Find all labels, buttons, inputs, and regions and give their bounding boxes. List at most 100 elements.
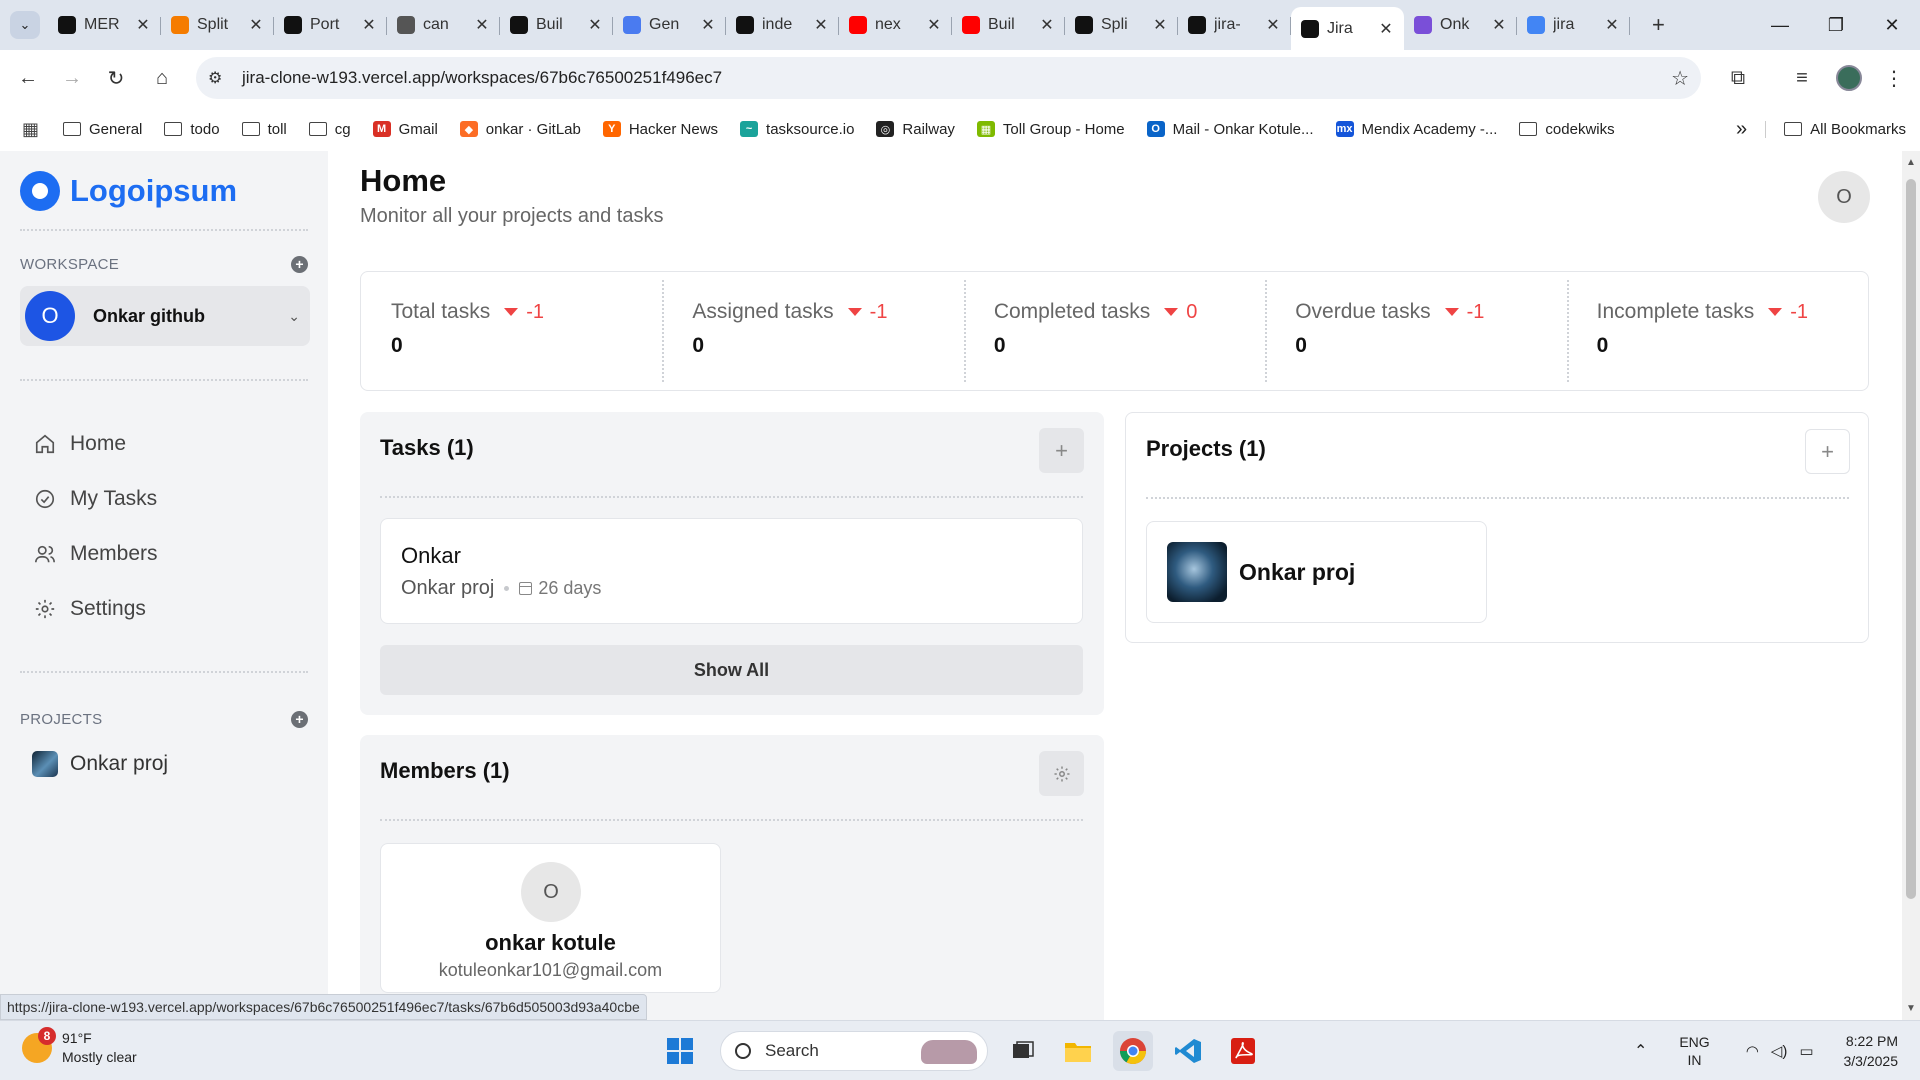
scroll-down-icon[interactable]: ▼ <box>1906 1003 1916 1014</box>
close-tab-icon[interactable]: ✕ <box>1152 15 1168 35</box>
url-text[interactable]: jira-clone-w193.vercel.app/workspaces/67… <box>242 68 722 88</box>
forward-button[interactable]: → <box>56 62 88 94</box>
language-indicator[interactable]: ENG IN <box>1679 1033 1709 1069</box>
close-tab-icon[interactable]: ✕ <box>1604 15 1620 35</box>
home-button[interactable]: ⌂ <box>146 62 178 94</box>
windows-start-icon[interactable] <box>660 1031 700 1071</box>
bookmark-link[interactable]: ◆ onkar · GitLab <box>459 121 581 138</box>
close-tab-icon[interactable]: ✕ <box>700 15 716 35</box>
scrollbar-thumb[interactable] <box>1906 179 1916 899</box>
file-explorer-icon[interactable] <box>1058 1031 1098 1071</box>
browser-tab[interactable]: nex ✕ <box>839 7 952 43</box>
close-tab-icon[interactable]: ✕ <box>135 15 151 35</box>
close-tab-icon[interactable]: ✕ <box>1378 19 1394 39</box>
project-item[interactable]: Onkar proj <box>1146 521 1487 623</box>
minimize-button[interactable]: — <box>1752 0 1808 50</box>
close-window-button[interactable]: ✕ <box>1864 0 1920 50</box>
all-bookmarks-folder[interactable]: All Bookmarks <box>1765 120 1906 138</box>
more-bookmarks-icon[interactable]: » <box>1736 118 1747 141</box>
bookmark-link[interactable]: Y Hacker News <box>602 121 718 138</box>
folder-icon <box>164 122 183 136</box>
nav-my-tasks[interactable]: My Tasks <box>32 486 157 512</box>
browser-tab[interactable]: Onk ✕ <box>1404 7 1517 43</box>
browser-tab[interactable]: Port ✕ <box>274 7 387 43</box>
close-tab-icon[interactable]: ✕ <box>361 15 377 35</box>
volume-icon[interactable]: ◁) <box>1771 1042 1788 1060</box>
sidebar-project-item[interactable]: Onkar proj <box>32 751 168 777</box>
browser-tab[interactable]: jira- ✕ <box>1178 7 1291 43</box>
close-tab-icon[interactable]: ✕ <box>1039 15 1055 35</box>
member-settings-button[interactable] <box>1039 751 1084 796</box>
browser-tab[interactable]: Spli ✕ <box>1065 7 1178 43</box>
add-project-icon[interactable]: + <box>291 711 308 728</box>
taskbar-search[interactable]: Search <box>720 1031 988 1071</box>
nav-home[interactable]: Home <box>32 431 126 457</box>
add-task-button[interactable]: + <box>1039 428 1084 473</box>
profile-avatar[interactable] <box>1836 65 1862 91</box>
bookmark-link[interactable]: mx Mendix Academy -... <box>1335 121 1497 138</box>
close-tab-icon[interactable]: ✕ <box>813 15 829 35</box>
weather-widget[interactable]: 8 91°F Mostly clear <box>22 1027 137 1067</box>
add-workspace-icon[interactable]: + <box>291 256 308 273</box>
task-view-icon[interactable] <box>1003 1031 1043 1071</box>
bookmark-link[interactable]: ~ tasksource.io <box>740 121 854 138</box>
youtube-icon <box>849 16 867 34</box>
chrome-taskbar-icon[interactable] <box>1113 1031 1153 1071</box>
apps-grid-icon[interactable]: ▦ <box>22 119 39 140</box>
show-all-tasks-button[interactable]: Show All <box>380 645 1083 695</box>
address-bar[interactable]: ⚙ jira-clone-w193.vercel.app/workspaces/… <box>196 57 1701 99</box>
close-tab-icon[interactable]: ✕ <box>587 15 603 35</box>
browser-tab[interactable]: inde ✕ <box>726 7 839 43</box>
browser-tab[interactable]: can ✕ <box>387 7 500 43</box>
scroll-up-icon[interactable]: ▲ <box>1906 157 1916 168</box>
bookmark-link[interactable]: M Gmail <box>372 121 438 138</box>
browser-tab[interactable]: Buil ✕ <box>500 7 613 43</box>
close-tab-icon[interactable]: ✕ <box>1265 15 1281 35</box>
vscode-icon[interactable] <box>1168 1031 1208 1071</box>
bookmark-folder[interactable]: cg <box>308 121 351 138</box>
browser-tab[interactable]: Split ✕ <box>161 7 274 43</box>
battery-icon[interactable]: ▭ <box>1799 1042 1813 1060</box>
back-button[interactable]: ← <box>12 62 44 94</box>
extensions-icon[interactable]: ⧉ <box>1722 62 1754 94</box>
region-code: IN <box>1687 1052 1702 1068</box>
bookmark-link[interactable]: O Mail - Onkar Kotule... <box>1146 121 1314 138</box>
bookmark-star-icon[interactable]: ☆ <box>1671 66 1689 91</box>
browser-tab[interactable]: jira ✕ <box>1517 7 1630 43</box>
new-tab-button[interactable]: + <box>1652 12 1665 38</box>
user-avatar[interactable]: O <box>1818 171 1870 223</box>
bookmark-folder[interactable]: toll <box>241 121 287 138</box>
task-item[interactable]: Onkar Onkar proj 26 days <box>380 518 1083 624</box>
add-project-button[interactable]: + <box>1805 429 1850 474</box>
page-scrollbar[interactable]: ▲ ▼ <box>1902 151 1920 1020</box>
bookmark-folder[interactable]: todo <box>164 121 220 138</box>
chrome-menu-icon[interactable]: ⋮ <box>1878 62 1910 94</box>
close-tab-icon[interactable]: ✕ <box>248 15 264 35</box>
browser-tab[interactable]: Jira ✕ <box>1291 7 1404 50</box>
wifi-icon[interactable]: ◠ <box>1746 1042 1759 1060</box>
tab-search-button[interactable]: ⌄ <box>10 11 40 39</box>
close-tab-icon[interactable]: ✕ <box>474 15 490 35</box>
close-tab-icon[interactable]: ✕ <box>1491 15 1507 35</box>
close-tab-icon[interactable]: ✕ <box>926 15 942 35</box>
site-info-icon[interactable]: ⚙ <box>208 68 222 88</box>
bookmark-folder[interactable]: codekwiks <box>1519 121 1615 138</box>
nav-settings[interactable]: Settings <box>32 596 146 622</box>
clock[interactable]: 8:22 PM 3/3/2025 <box>1844 1031 1899 1071</box>
browser-tab[interactable]: MER ✕ <box>48 7 161 43</box>
bookmark-link[interactable]: ▦ Toll Group - Home <box>976 121 1125 138</box>
bookmark-link[interactable]: ◎ Railway <box>876 121 955 138</box>
railway-icon: ◎ <box>876 121 895 137</box>
member-item[interactable]: O onkar kotule kotuleonkar101@gmail.com <box>380 843 721 993</box>
media-control-icon[interactable]: ≡ <box>1786 62 1818 94</box>
restore-button[interactable]: ❐ <box>1808 0 1864 50</box>
browser-tab[interactable]: Gen ✕ <box>613 7 726 43</box>
workspace-switcher[interactable]: O Onkar github ⌄ <box>20 286 310 346</box>
browser-tab[interactable]: Buil ✕ <box>952 7 1065 43</box>
acrobat-icon[interactable] <box>1223 1031 1263 1071</box>
reload-button[interactable]: ↻ <box>100 62 132 94</box>
chevron-up-icon[interactable]: ⌃ <box>1634 1041 1647 1061</box>
bookmark-folder[interactable]: General <box>63 121 142 138</box>
nav-members[interactable]: Members <box>32 541 158 567</box>
app-logo[interactable]: Logoipsum <box>20 171 237 211</box>
